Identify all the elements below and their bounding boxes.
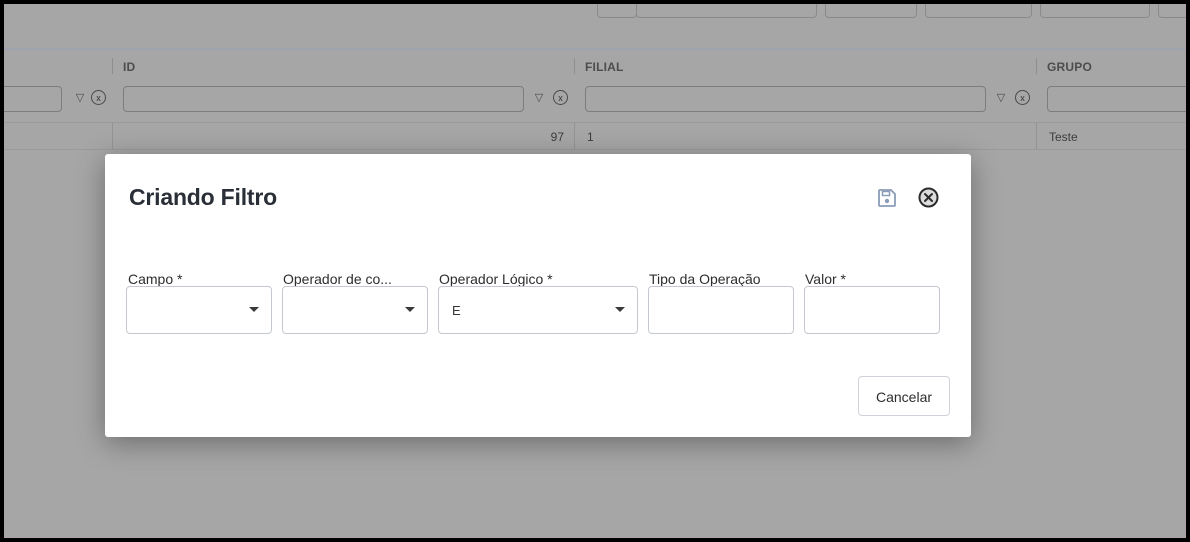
create-filter-dialog: Criando Filtro Campo * Operador de co...…	[105, 154, 971, 437]
clear-filter-icon[interactable]: x	[1015, 90, 1030, 105]
chevron-down-icon[interactable]	[249, 307, 259, 312]
tipo-operacao-label: Tipo da Operação	[649, 271, 761, 287]
column-separator	[1036, 58, 1037, 74]
filter-funnel-icon[interactable]: ▽	[994, 90, 1008, 106]
column-title-id[interactable]: ID	[123, 60, 135, 74]
tipo-operacao-input[interactable]	[648, 286, 794, 334]
column-title-filial[interactable]: FILIAL	[585, 60, 624, 74]
table-row[interactable]: 97 1 Teste	[4, 123, 1186, 150]
campo-select[interactable]	[126, 286, 272, 334]
cell-id: 97	[550, 130, 564, 144]
clear-filter-icon[interactable]: x	[91, 90, 106, 105]
toolbar-button[interactable]	[925, 4, 1032, 18]
column-filter-input[interactable]	[123, 86, 524, 112]
column-filter-input[interactable]	[4, 86, 62, 112]
operador-logico-label: Operador Lógico *	[439, 271, 553, 287]
operador-logico-value: E	[452, 303, 461, 318]
operador-comparacao-label: Operador de co...	[283, 271, 392, 287]
cell-separator	[112, 123, 113, 149]
filter-funnel-icon[interactable]: ▽	[532, 90, 546, 106]
campo-label: Campo *	[128, 271, 183, 287]
column-separator	[112, 58, 113, 74]
operador-comparacao-select[interactable]	[282, 286, 428, 334]
save-icon[interactable]	[877, 188, 897, 208]
toolbar-button[interactable]	[1040, 4, 1150, 18]
toolbar	[4, 4, 1186, 50]
column-separator	[574, 58, 575, 74]
toolbar-button[interactable]	[1158, 4, 1186, 18]
column-title-grupo[interactable]: GRUPO	[1047, 60, 1092, 74]
grid-header: ▽ x ID ▽ x FILIAL ▽ x GRUPO	[4, 50, 1186, 123]
app-window: ▽ x ID ▽ x FILIAL ▽ x GRUPO 97 1 Teste C…	[4, 4, 1186, 538]
filter-funnel-icon[interactable]: ▽	[73, 90, 87, 106]
dialog-title: Criando Filtro	[129, 184, 277, 210]
cell-grupo: Teste	[1049, 130, 1078, 144]
toolbar-button[interactable]	[597, 4, 637, 18]
toolbar-button[interactable]	[825, 4, 917, 18]
toolbar-button[interactable]	[636, 4, 817, 18]
column-filter-input[interactable]	[1047, 86, 1186, 112]
operador-logico-select[interactable]: E	[438, 286, 638, 334]
cell-separator	[574, 123, 575, 149]
valor-label: Valor *	[805, 271, 846, 287]
close-circle-icon[interactable]	[918, 187, 939, 208]
column-filter-input[interactable]	[585, 86, 986, 112]
valor-input[interactable]	[804, 286, 940, 334]
clear-filter-icon[interactable]: x	[553, 90, 568, 105]
cell-filial: 1	[587, 130, 594, 144]
chevron-down-icon[interactable]	[405, 307, 415, 312]
chevron-down-icon[interactable]	[615, 307, 625, 312]
cancel-button[interactable]: Cancelar	[858, 376, 950, 416]
cell-separator	[1036, 123, 1037, 149]
